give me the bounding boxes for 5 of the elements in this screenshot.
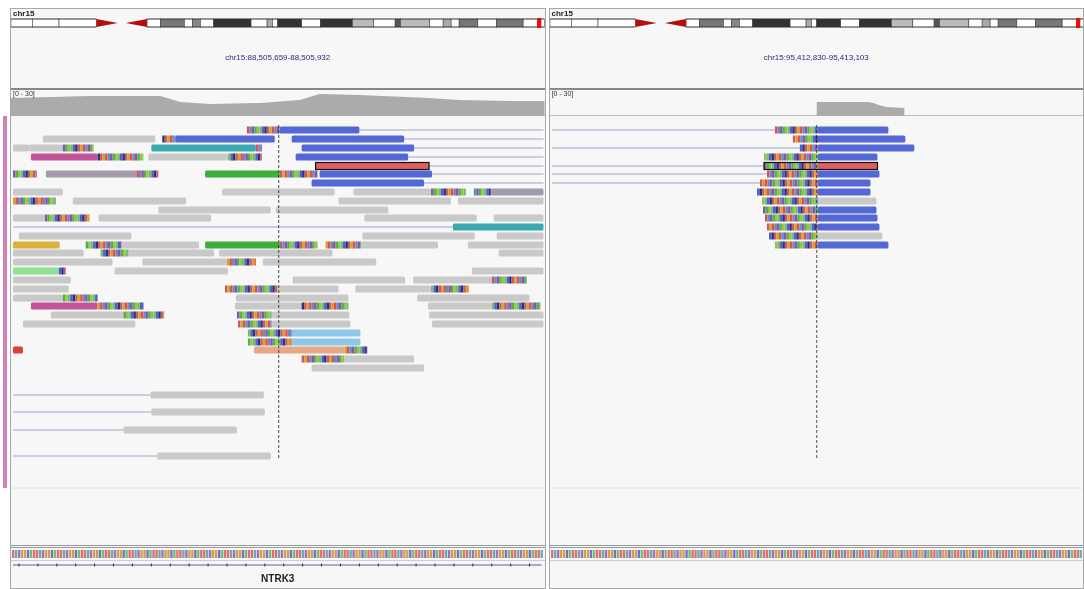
chromosome-label: chr15	[12, 9, 36, 18]
chromosome-label: chr15	[550, 9, 574, 18]
locus-label: chr15:88,505,659-88,505,932	[225, 52, 331, 64]
gene-label: NTRK3	[261, 573, 295, 585]
locus-label: chr15:95,412,830-95,413,103	[763, 52, 869, 64]
